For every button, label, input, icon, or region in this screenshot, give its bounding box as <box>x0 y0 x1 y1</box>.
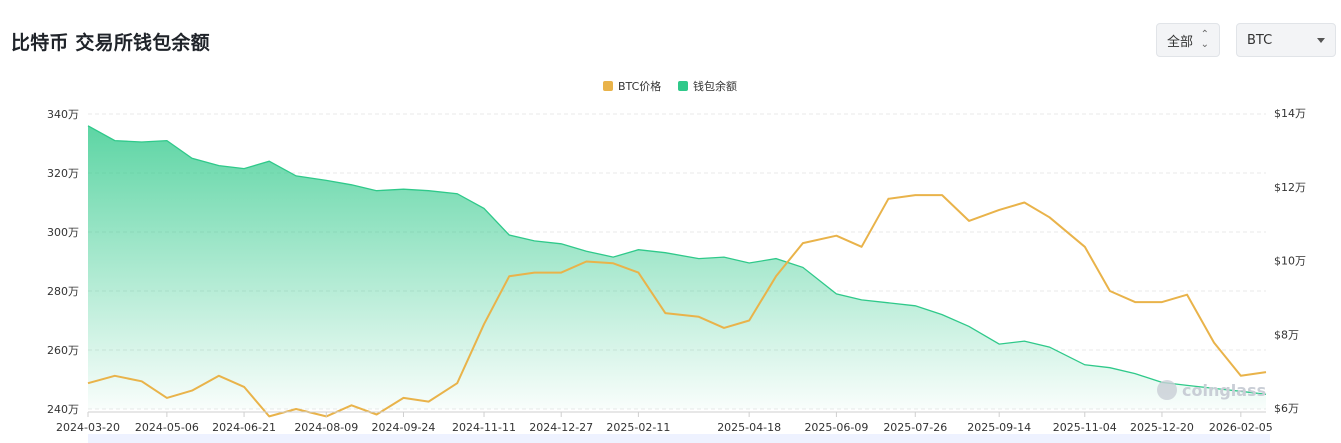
x-tick-label: 2026-02-05 <box>1209 421 1273 434</box>
x-tick-label: 2024-06-21 <box>212 421 276 434</box>
x-axis: 2024-03-20 2024-05-06 2024-06-21 2024-08-09… <box>56 411 1273 434</box>
y-left-tick-label: 240万 <box>47 403 79 416</box>
y-left-tick-label: 340万 <box>47 108 79 121</box>
legend-swatch <box>678 81 688 91</box>
x-tick-label: 2025-02-11 <box>606 421 670 434</box>
watermark-text: coinglass <box>1182 381 1266 400</box>
coinglass-logo-icon <box>1157 380 1177 400</box>
legend-label: BTC价格 <box>618 79 661 93</box>
y-left-tick-label: 320万 <box>47 167 79 180</box>
x-tick-label: 2025-07-26 <box>883 421 947 434</box>
y-left-tick-label: 280万 <box>47 285 79 298</box>
y-right-tick-label: $8万 <box>1274 328 1299 341</box>
exchange-balance-chart: coinglass 240万 260万 280万 300万 320万 340万 $6万 $8… <box>47 79 1306 443</box>
legend-swatch <box>603 81 613 91</box>
x-tick-label: 2024-08-09 <box>294 421 358 434</box>
x-tick-label: 2025-04-18 <box>717 421 781 434</box>
x-tick-label: 2025-06-09 <box>804 421 868 434</box>
balance-area-fill <box>88 125 1266 410</box>
y-left-tick-label: 300万 <box>47 226 79 239</box>
y-right-tick-label: $10万 <box>1274 255 1306 268</box>
zoom-slider-track[interactable] <box>88 434 1270 443</box>
legend-label: 钱包余额 <box>693 79 737 93</box>
x-tick-label: 2024-09-24 <box>372 421 436 434</box>
x-tick-label: 2025-11-04 <box>1053 421 1117 434</box>
y-left-tick-label: 260万 <box>47 344 79 357</box>
x-tick-label: 2025-12-20 <box>1130 421 1194 434</box>
x-tick-label: 2024-03-20 <box>56 421 120 434</box>
y-right-tick-label: $14万 <box>1274 107 1306 120</box>
legend[interactable]: BTC价格 钱包余额 <box>603 79 737 93</box>
x-tick-label: 2024-12-27 <box>529 421 593 434</box>
coinglass-watermark: coinglass <box>1157 380 1266 400</box>
x-tick-label: 2024-11-11 <box>452 421 516 434</box>
x-tick-label: 2024-05-06 <box>135 421 199 434</box>
y-right-tick-label: $12万 <box>1274 181 1306 194</box>
y-axis-right: $6万 $8万 $10万 $12万 $14万 <box>1274 107 1306 415</box>
y-axis-left: 240万 260万 280万 300万 320万 340万 <box>47 108 79 416</box>
y-right-tick-label: $6万 <box>1274 402 1299 415</box>
balance-area-layer <box>87 125 1267 410</box>
x-tick-label: 2025-09-14 <box>967 421 1031 434</box>
